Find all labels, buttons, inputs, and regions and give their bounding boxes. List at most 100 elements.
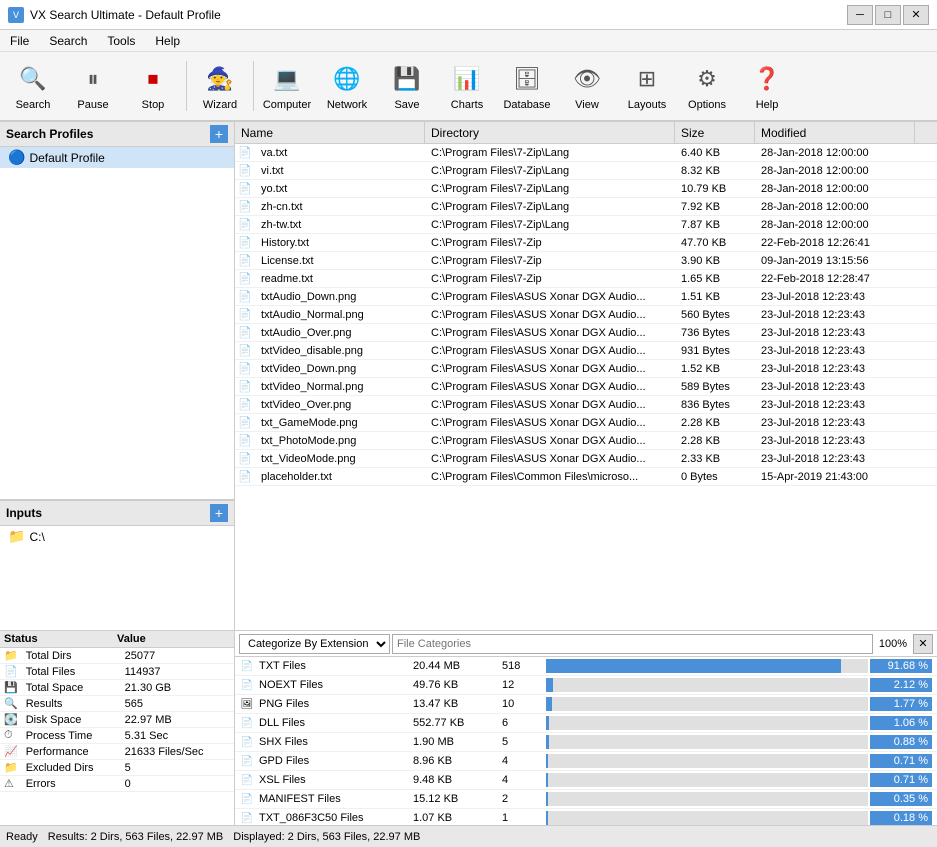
add-profile-button[interactable]: + xyxy=(210,125,228,143)
chart-close-button[interactable]: ✕ xyxy=(913,634,933,654)
chart-category-count: 2 xyxy=(502,793,542,805)
file-modified: 28-Jan-2018 12:00:00 xyxy=(755,218,915,232)
chart-file-icon: 📄 xyxy=(239,810,255,825)
chart-percent: 91.68 % xyxy=(870,659,932,673)
menu-help[interactable]: Help xyxy=(145,32,190,50)
menu-file[interactable]: File xyxy=(0,32,39,50)
categorize-dropdown[interactable]: Categorize By Extension xyxy=(239,634,390,654)
category-filter-input[interactable] xyxy=(392,634,873,654)
stat-label: Total Space xyxy=(22,680,121,696)
database-button[interactable]: 🗄 Database xyxy=(498,55,556,117)
percent-label: 100% xyxy=(875,638,911,650)
col-header-directory[interactable]: Directory xyxy=(425,122,675,143)
chart-category-name: DLL Files xyxy=(259,717,409,729)
menu-search[interactable]: Search xyxy=(39,32,97,50)
table-row[interactable]: 📄 txtAudio_Down.png C:\Program Files\ASU… xyxy=(235,288,937,306)
computer-label: Computer xyxy=(263,99,311,111)
file-modified: 28-Jan-2018 12:00:00 xyxy=(755,182,915,196)
table-row[interactable]: 📄 txt_VideoMode.png C:\Program Files\ASU… xyxy=(235,450,937,468)
stat-value: 21.30 GB xyxy=(121,680,234,696)
add-input-button[interactable]: + xyxy=(210,504,228,522)
file-modified: 23-Jul-2018 12:23:43 xyxy=(755,326,915,340)
chart-percent: 2.12 % xyxy=(870,678,932,692)
col-header-name[interactable]: Name xyxy=(235,122,425,143)
default-profile-item[interactable]: 🔵 Default Profile xyxy=(0,147,234,168)
search-button[interactable]: 🔍 Search xyxy=(4,55,62,117)
table-row[interactable]: 📄 txt_PhotoMode.png C:\Program Files\ASU… xyxy=(235,432,937,450)
computer-icon: 💻 xyxy=(269,61,305,97)
col-header-size[interactable]: Size xyxy=(675,122,755,143)
table-row[interactable]: 📄 yo.txt C:\Program Files\7-Zip\Lang 10.… xyxy=(235,180,937,198)
chart-row[interactable]: 📄 TXT Files 20.44 MB 518 91.68 % xyxy=(235,657,937,676)
options-button[interactable]: ⚙ Options xyxy=(678,55,736,117)
pause-label: Pause xyxy=(77,99,108,111)
minimize-button[interactable]: ─ xyxy=(847,5,873,25)
network-button[interactable]: 🌐 Network xyxy=(318,55,376,117)
chart-row[interactable]: 📄 NOEXT Files 49.76 KB 12 2.12 % xyxy=(235,676,937,695)
chart-category-name: PNG Files xyxy=(259,698,409,710)
chart-row[interactable]: 🖼 PNG Files 13.47 KB 10 1.77 % xyxy=(235,695,937,714)
chart-file-icon: 📄 xyxy=(239,658,255,674)
chart-row[interactable]: 📄 MANIFEST Files 15.12 KB 2 0.35 % xyxy=(235,790,937,809)
maximize-button[interactable]: □ xyxy=(875,5,901,25)
menu-tools[interactable]: Tools xyxy=(97,32,145,50)
help-button[interactable]: ❓ Help xyxy=(738,55,796,117)
table-row[interactable]: 📄 zh-tw.txt C:\Program Files\7-Zip\Lang … xyxy=(235,216,937,234)
table-row[interactable]: 📄 txtAudio_Over.png C:\Program Files\ASU… xyxy=(235,324,937,342)
file-size: 6.40 KB xyxy=(675,146,755,160)
chart-percent: 0.18 % xyxy=(870,811,932,825)
charts-button[interactable]: 📊 Charts xyxy=(438,55,496,117)
stat-icon: 📁 xyxy=(0,760,22,776)
table-row[interactable]: 📄 License.txt C:\Program Files\7-Zip 3.9… xyxy=(235,252,937,270)
stats-col-status: Status xyxy=(4,633,117,645)
chart-row[interactable]: 📄 SHX Files 1.90 MB 5 0.88 % xyxy=(235,733,937,752)
stop-button[interactable]: ⏹ Stop xyxy=(124,55,182,117)
table-row[interactable]: 📄 placeholder.txt C:\Program Files\Commo… xyxy=(235,468,937,486)
close-button[interactable]: ✕ xyxy=(903,5,929,25)
chart-category-size: 49.76 KB xyxy=(413,679,498,691)
chart-row[interactable]: 📄 TXT_086F3C50 Files 1.07 KB 1 0.18 % xyxy=(235,809,937,825)
layouts-button[interactable]: ⊞ Layouts xyxy=(618,55,676,117)
layouts-label: Layouts xyxy=(628,99,667,111)
chart-list[interactable]: 📄 TXT Files 20.44 MB 518 91.68 % 📄 NOEXT… xyxy=(235,657,937,825)
file-dir: C:\Program Files\ASUS Xonar DGX Audio... xyxy=(425,290,675,304)
file-dir: C:\Program Files\ASUS Xonar DGX Audio... xyxy=(425,344,675,358)
table-row[interactable]: 📄 zh-cn.txt C:\Program Files\7-Zip\Lang … xyxy=(235,198,937,216)
chart-category-count: 6 xyxy=(502,717,542,729)
table-row[interactable]: 📄 History.txt C:\Program Files\7-Zip 47.… xyxy=(235,234,937,252)
chart-row[interactable]: 📄 DLL Files 552.77 KB 6 1.06 % xyxy=(235,714,937,733)
input-path-item[interactable]: 📁 C:\ xyxy=(0,526,234,547)
table-row[interactable]: 📄 txtVideo_Down.png C:\Program Files\ASU… xyxy=(235,360,937,378)
file-modified: 23-Jul-2018 12:23:43 xyxy=(755,452,915,466)
table-row[interactable]: 📄 txtVideo_Over.png C:\Program Files\ASU… xyxy=(235,396,937,414)
table-row[interactable]: 📄 vi.txt C:\Program Files\7-Zip\Lang 8.3… xyxy=(235,162,937,180)
file-name: zh-cn.txt xyxy=(255,200,425,214)
pause-button[interactable]: ⏸ Pause xyxy=(64,55,122,117)
stats-row: ⏱ Process Time 5.31 Sec xyxy=(0,728,234,744)
chart-row[interactable]: 📄 XSL Files 9.48 KB 4 0.71 % xyxy=(235,771,937,790)
file-modified: 23-Jul-2018 12:23:43 xyxy=(755,380,915,394)
right-panel: Name Directory Size Modified 📄 va.txt C:… xyxy=(235,122,937,630)
computer-button[interactable]: 💻 Computer xyxy=(258,55,316,117)
chart-file-icon: 📄 xyxy=(239,791,255,807)
table-row[interactable]: 📄 txtAudio_Normal.png C:\Program Files\A… xyxy=(235,306,937,324)
layouts-icon: ⊞ xyxy=(629,61,665,97)
window-controls: ─ □ ✕ xyxy=(847,5,929,25)
help-label: Help xyxy=(756,99,779,111)
table-row[interactable]: 📄 txtVideo_Normal.png C:\Program Files\A… xyxy=(235,378,937,396)
col-header-modified[interactable]: Modified xyxy=(755,122,915,143)
table-row[interactable]: 📄 txtVideo_disable.png C:\Program Files\… xyxy=(235,342,937,360)
file-size: 2.28 KB xyxy=(675,434,755,448)
charts-label: Charts xyxy=(451,99,483,111)
table-row[interactable]: 📄 va.txt C:\Program Files\7-Zip\Lang 6.4… xyxy=(235,144,937,162)
wizard-button[interactable]: 🧙 Wizard xyxy=(191,55,249,117)
file-size: 1.52 KB xyxy=(675,362,755,376)
chart-file-icon: 📄 xyxy=(239,677,255,693)
chart-row[interactable]: 📄 GPD Files 8.96 KB 4 0.71 % xyxy=(235,752,937,771)
table-row[interactable]: 📄 txt_GameMode.png C:\Program Files\ASUS… xyxy=(235,414,937,432)
file-list[interactable]: 📄 va.txt C:\Program Files\7-Zip\Lang 6.4… xyxy=(235,144,937,630)
save-button[interactable]: 💾 Save xyxy=(378,55,436,117)
window-title: VX Search Ultimate - Default Profile xyxy=(30,8,221,22)
table-row[interactable]: 📄 readme.txt C:\Program Files\7-Zip 1.65… xyxy=(235,270,937,288)
view-button[interactable]: 👁 View xyxy=(558,55,616,117)
